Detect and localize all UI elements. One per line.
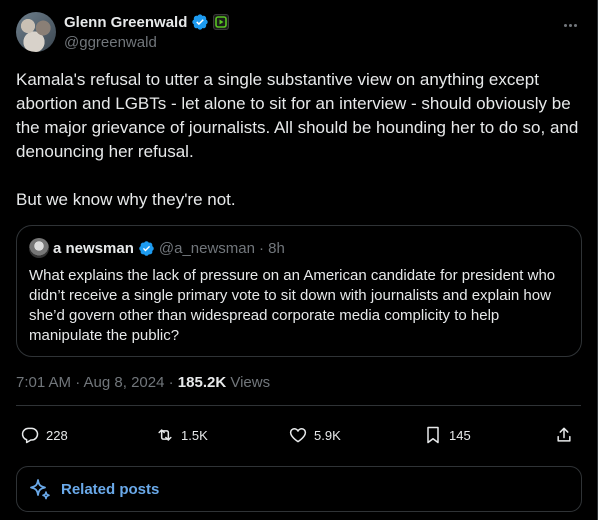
tweet-text: Kamala's refusal to utter a single subst… [16, 70, 579, 209]
quoted-author-name: a newsman [53, 239, 134, 257]
reply-icon [21, 427, 39, 444]
quoted-header: a newsman @a_newsman · 8h [29, 238, 285, 258]
quoted-author-handle: @a_newsman [158, 239, 255, 257]
timestamp[interactable]: 7:01 AM · Aug 8, 2024 [16, 374, 164, 391]
share-button[interactable] [554, 418, 574, 452]
author-name[interactable]: Glenn Greenwald [64, 14, 187, 31]
bookmark-icon [427, 426, 439, 444]
related-posts-button[interactable]: Related posts [16, 466, 582, 512]
action-bar: 228 1.5K 5.9K 145 [16, 418, 581, 452]
quoted-text: What explains the lack of pressure on an… [29, 267, 556, 344]
tweet-detail: Glenn Greenwald @ggreenwald Kamala's ref… [0, 0, 598, 520]
views-count: 185.2K [177, 374, 227, 391]
author-avatar[interactable] [16, 12, 56, 52]
repost-count: 1.5K [181, 427, 208, 443]
quoted-tweet[interactable]: a newsman @a_newsman · 8h What explains … [16, 225, 582, 357]
meta-separator: · [164, 374, 178, 391]
subscriber-badge-icon [213, 14, 230, 30]
related-posts-label: Related posts [61, 480, 160, 498]
verified-icon [192, 14, 209, 30]
reply-count: 228 [46, 427, 68, 443]
like-count: 5.9K [314, 427, 341, 443]
like-icon [289, 428, 307, 443]
more-icon[interactable] [559, 16, 581, 34]
quoted-time: · 8h [258, 239, 285, 257]
views-label: Views [226, 374, 271, 391]
bookmark-count: 145 [449, 427, 471, 443]
divider [16, 405, 581, 406]
verified-icon [139, 240, 154, 256]
sparkle-icon [30, 479, 50, 500]
like-button[interactable]: 5.9K [288, 418, 341, 452]
tweet-header: Glenn Greenwald @ggreenwald [16, 12, 581, 56]
tweet-meta: 7:01 AM · Aug 8, 2024 · 185.2K Views [16, 374, 270, 391]
reply-button[interactable]: 228 [20, 418, 68, 452]
share-icon [557, 427, 571, 442]
author-name-row: Glenn Greenwald [64, 13, 230, 31]
repost-button[interactable]: 1.5K [155, 418, 208, 452]
quoted-avatar [29, 238, 49, 258]
repost-icon [158, 429, 172, 441]
bookmark-button[interactable]: 145 [423, 418, 471, 452]
author-handle[interactable]: @ggreenwald [64, 34, 157, 51]
